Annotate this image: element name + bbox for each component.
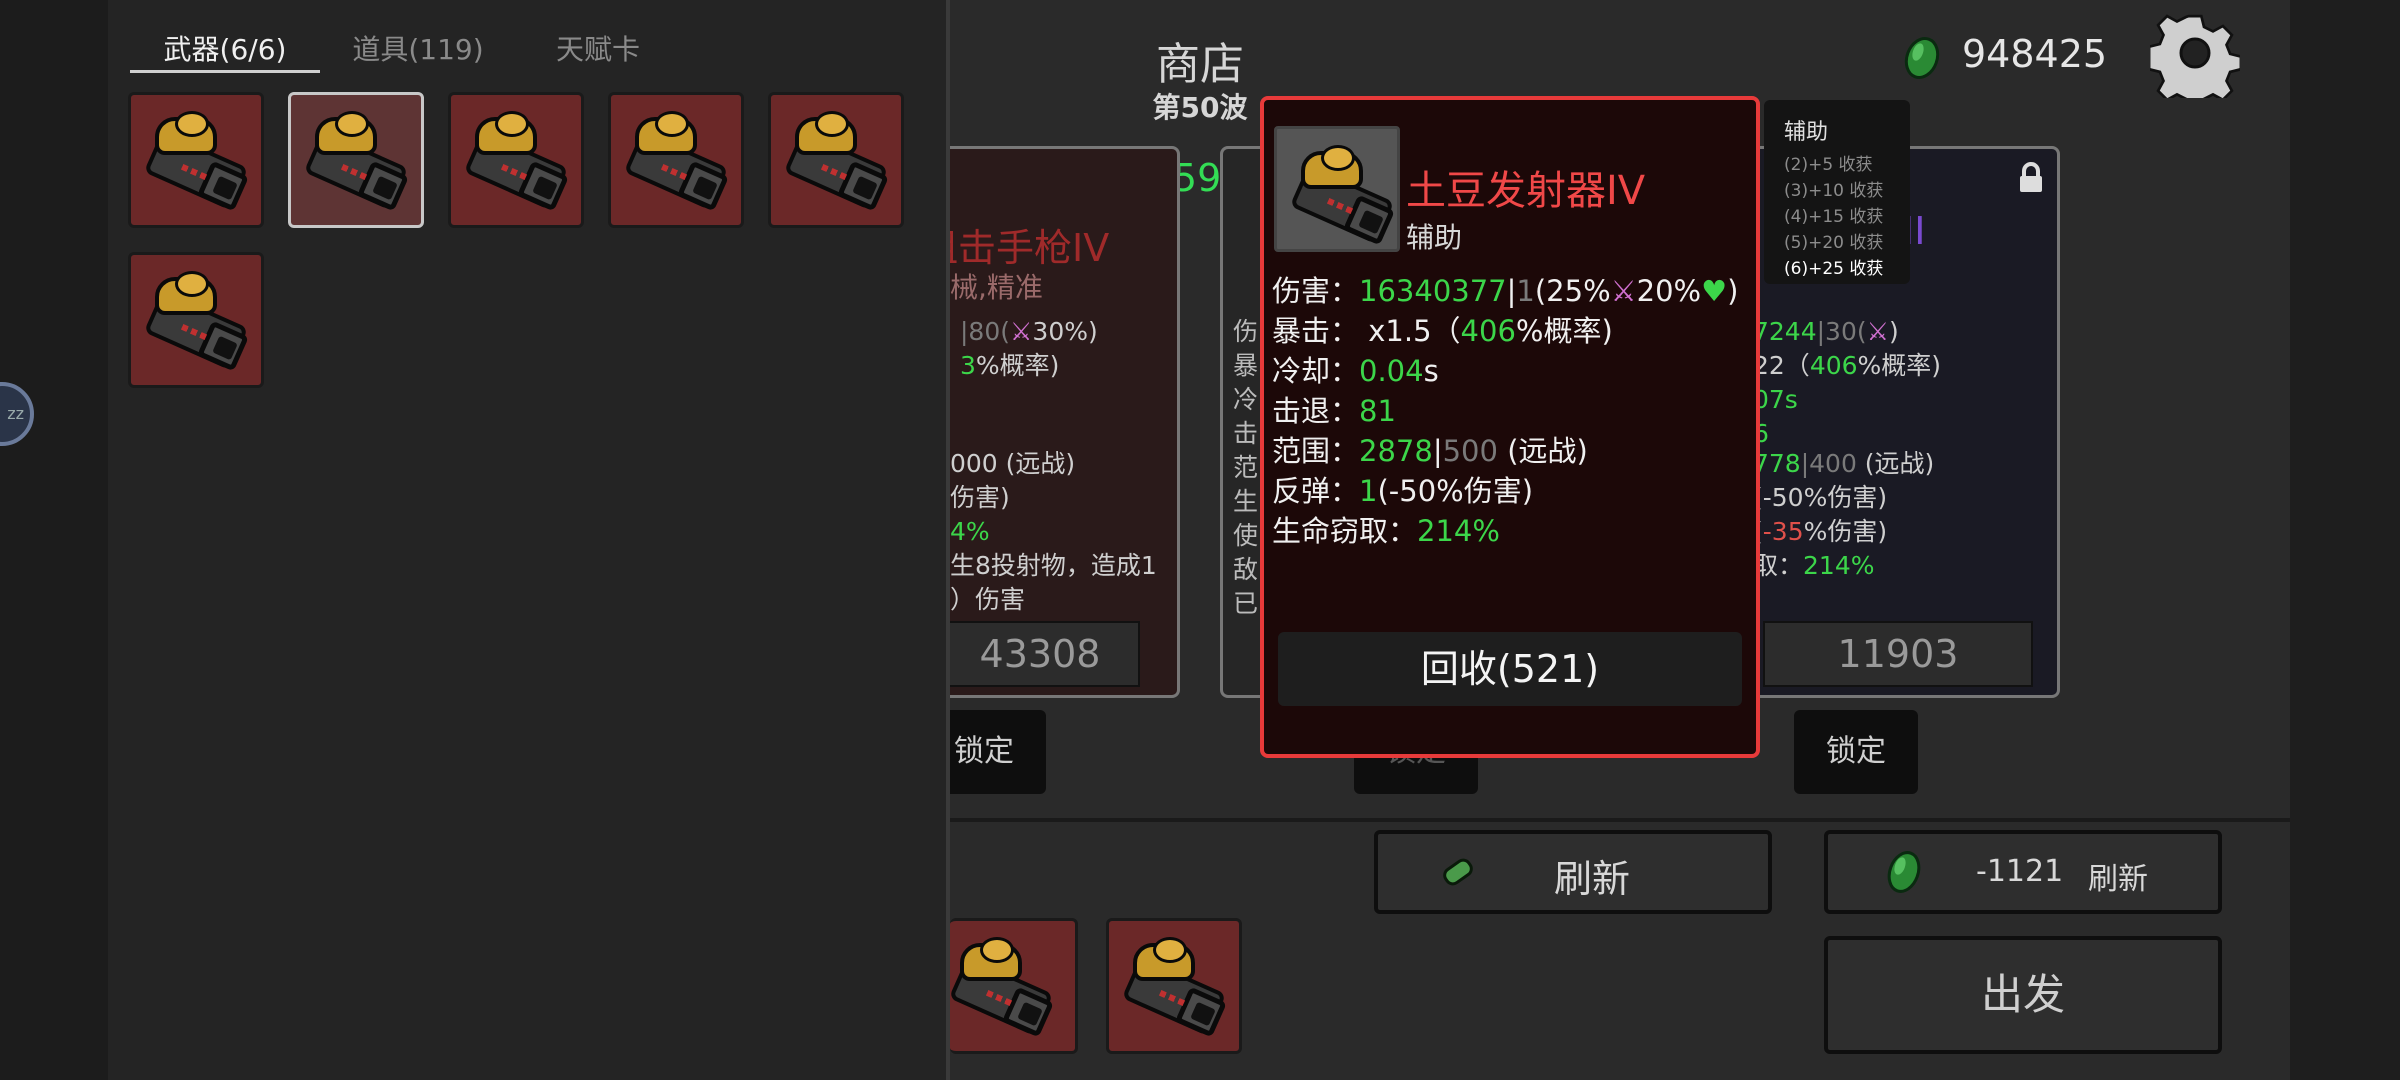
weapon-detail-popup: 土豆发射器IV 辅助 伤害：16340377|1(25%⚔20%♥) 暴击： x… <box>1260 96 1760 758</box>
potato-launcher-icon <box>141 109 257 215</box>
potato-launcher-icon <box>950 935 1062 1041</box>
ranged-damage-icon: ⚔ <box>1610 274 1637 308</box>
card-left-line: 4% <box>950 517 990 546</box>
stat-bounce: 反弹：1(-50%伤害) <box>1272 474 1534 508</box>
stat-range: 范围：2878|500 (远战) <box>1272 434 1588 468</box>
weapon-type: 辅助 <box>1406 221 1463 254</box>
wave-label: 第50波 <box>1152 91 1248 124</box>
weapon-slot[interactable] <box>128 252 264 388</box>
card-left-price: 43308 <box>950 621 1140 687</box>
tooltip-line: (4)+15 收获 <box>1784 207 1884 227</box>
paid-refresh-button[interactable]: -1121 刷新 <box>1824 830 2222 914</box>
potato-launcher-icon <box>461 109 577 215</box>
potion-icon <box>1438 856 1478 890</box>
screen-right-margin <box>2290 0 2400 1080</box>
potato-launcher-icon <box>621 109 737 215</box>
potato-launcher-icon <box>781 109 897 215</box>
refresh-label: 刷新 <box>1554 857 1631 901</box>
card-left-line: 生8投射物，造成1 <box>950 551 1157 580</box>
tooltip-line: (3)+10 收获 <box>1784 181 1884 201</box>
weapon-name: 土豆发射器IV <box>1406 168 1646 214</box>
stat-damage: 伤害：16340377|1(25%⚔20%♥) <box>1272 274 1739 308</box>
shop-divider <box>950 818 2290 822</box>
card-left-line: 3%概率) <box>960 351 1060 380</box>
tab-talent-cards[interactable]: 天赋卡 <box>528 28 668 72</box>
stat-knockback: 击退：81 <box>1272 394 1396 428</box>
tooltip-line-active: (6)+25 收获 <box>1784 259 1884 279</box>
card-right-price: 11903 <box>1763 621 2033 687</box>
card-left-line: 伤害) <box>950 483 1010 512</box>
gear-icon[interactable] <box>2147 8 2243 112</box>
refresh-cost: -1121 <box>1976 854 2064 889</box>
card-right-lock-button[interactable]: 锁定 <box>1794 710 1918 794</box>
tab-underline <box>130 70 320 73</box>
paid-refresh-label: 刷新 <box>2088 862 2148 897</box>
weapon-slot[interactable] <box>768 92 904 228</box>
tab-items[interactable]: 道具(119) <box>328 28 508 72</box>
potato-launcher-icon <box>141 269 257 375</box>
heart-icon: ♥ <box>1701 274 1728 308</box>
potato-launcher-icon <box>301 109 417 215</box>
weapon-slot[interactable] <box>448 92 584 228</box>
weapon-slot-selected[interactable] <box>288 92 424 228</box>
tab-weapons[interactable]: 武器(6/6) <box>130 28 320 72</box>
weapon-icon-frame <box>1274 126 1400 252</box>
weapon-slot[interactable] <box>128 92 264 228</box>
potato-launcher-icon <box>1287 143 1403 249</box>
tooltip-title: 辅助 <box>1784 120 1829 145</box>
depart-button[interactable]: 出发 <box>1824 936 2222 1054</box>
inventory-panel: 武器(6/6) 道具(119) 天赋卡 <box>108 0 950 1080</box>
stat-cooldown: 冷却：0.04s <box>1272 354 1439 388</box>
card-left-name: 狙击手枪IV <box>950 226 1110 270</box>
stat-crit: 暴击： x1.5（406%概率) <box>1272 314 1613 348</box>
set-bonus-tooltip: 辅助 (2)+5 收获 (3)+10 收获 (4)+15 收获 (5)+20 收… <box>1764 100 1910 284</box>
card-right-line: 778|400 (远战) <box>1753 449 1935 478</box>
tooltip-line: (2)+5 收获 <box>1784 155 1873 175</box>
tooltip-line: (5)+20 收获 <box>1784 233 1884 253</box>
card-right-line: (-50%伤害) <box>1753 483 1888 512</box>
material-count: 948425 <box>1962 32 2108 76</box>
recycle-button[interactable]: 回收(521) <box>1278 632 1742 706</box>
card-right-line: 取：214% <box>1753 551 1875 580</box>
material-coin-icon <box>1884 848 1924 896</box>
shop-card-left[interactable]: 狙击手枪IV 械,精准 |80(⚔30%) 3%概率) 000 (远战) 伤害)… <box>950 146 1180 698</box>
card-mid-letters: 伤暴冷击范生使敌已 <box>1233 317 1259 618</box>
owned-weapon-slot[interactable] <box>950 918 1078 1054</box>
card-left-line: |80(⚔30%) <box>960 317 1098 346</box>
card-right-line: 7244|30(⚔) <box>1753 317 1899 346</box>
lock-icon[interactable] <box>2013 161 2049 195</box>
card-left-line: ）伤害 <box>950 585 1026 614</box>
card-right-line: 22（406%概率) <box>1753 351 1942 380</box>
screen-left-margin <box>0 0 108 1080</box>
material-coin-icon <box>1902 36 1942 80</box>
owned-weapon-slot[interactable] <box>1106 918 1242 1054</box>
weapon-slot[interactable] <box>608 92 744 228</box>
stat-lifesteal: 生命窃取：214% <box>1272 514 1500 548</box>
card-left-tags: 械,精准 <box>950 271 1043 304</box>
card-left-line: 000 (远战) <box>950 449 1076 478</box>
shop-title: 商店 <box>1156 39 1244 90</box>
card-right-line: (-35%伤害) <box>1753 517 1888 546</box>
refresh-button[interactable]: 刷新 <box>1374 830 1772 914</box>
potato-launcher-icon <box>1119 935 1235 1041</box>
